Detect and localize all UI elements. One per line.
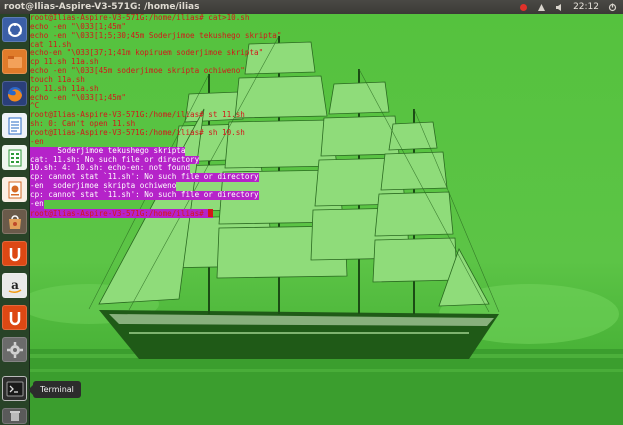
top-panel: root@Ilias-Aspire-V3-571G: /home/ilias 2… xyxy=(0,0,623,14)
session-icon[interactable] xyxy=(608,3,617,12)
clock[interactable]: 22:12 xyxy=(573,0,599,14)
launcher-tooltip: Terminal xyxy=(28,381,81,398)
terminal-line-text: echo -en "\033[45m soderjimoe skripta oc… xyxy=(30,66,245,76)
ubuntu-one-music-icon[interactable] xyxy=(2,305,27,330)
terminal-line-text: cp: cannot stat `11.sh': No such file or… xyxy=(30,189,259,200)
terminal-line-text: root@Ilias-Aspire-V3-571G:/home/ilias# s… xyxy=(30,127,245,137)
dash-home-icon[interactable] xyxy=(2,17,27,42)
terminal-line: echo -en "\033[1;45m" xyxy=(30,92,320,103)
launcher: a xyxy=(0,14,30,425)
terminal-line-text: -en xyxy=(30,136,44,146)
terminal-line: root@Ilias-Aspire-V3-571G:/home/ilias# s… xyxy=(30,127,320,138)
terminal-line-text: root@Ilias-Aspire-V3-571G:/home/ilias# c… xyxy=(30,13,250,22)
terminal-line: cp: cannot stat `11.sh': No such file or… xyxy=(30,189,320,200)
terminal-line-text: echo -en "\033[1;5;30;45m Soderjimoe tek… xyxy=(30,30,282,40)
terminal-line-text: cp 11.sh 11a.sh xyxy=(30,83,99,93)
impress-icon[interactable] xyxy=(2,177,27,202)
terminal-line-text: touch 11a.sh xyxy=(30,74,85,84)
terminal-line-text: root@Ilias-Aspire-V3-571G:/home/ilias# xyxy=(30,208,214,219)
terminal-cursor xyxy=(208,208,214,217)
terminal-line-text: cat 11.sh xyxy=(30,39,72,49)
trash-icon[interactable] xyxy=(2,408,27,424)
software-center-icon[interactable] xyxy=(2,209,27,234)
terminal-line-text: ^C xyxy=(30,101,40,111)
terminal-icon[interactable] xyxy=(2,376,27,401)
terminal-line: echo -en "\033[1;5;30;45m Soderjimoe tek… xyxy=(30,30,320,41)
terminal-line-text: echo-en "\033[37;1;41m kopiruem soderjim… xyxy=(30,48,264,58)
panel-indicators: 22:12 xyxy=(519,0,617,14)
volume-icon[interactable] xyxy=(555,3,564,12)
network-icon[interactable] xyxy=(537,3,546,12)
terminal-line-text: root@Ilias-Aspire-V3-571G:/home/ilias# s… xyxy=(30,110,245,120)
calc-icon[interactable] xyxy=(2,145,27,170)
ubuntu-one-icon[interactable] xyxy=(2,241,27,266)
system-settings-icon[interactable] xyxy=(2,337,27,362)
amazon-icon[interactable]: a xyxy=(2,273,27,298)
terminal-line-text: echo -en "\033[1;45m" xyxy=(30,21,127,31)
terminal-line: root@Ilias-Aspire-V3-571G:/home/ilias# xyxy=(30,208,320,219)
terminal-line-text: -en xyxy=(30,198,44,209)
window-title: root@Ilias-Aspire-V3-571G: /home/ilias xyxy=(4,2,200,12)
terminal-line-text: cp 11.sh 11a.sh xyxy=(30,57,99,67)
terminal-line-text: sh: 0: Can't open 11.sh xyxy=(30,119,136,129)
writer-icon[interactable] xyxy=(2,113,27,138)
terminal-output[interactable]: root@Ilias-Aspire-V3-571G:/home/ilias# c… xyxy=(30,13,320,219)
terminal-line-text: echo -en "\033[1;45m" xyxy=(30,92,127,102)
files-icon[interactable] xyxy=(2,49,27,74)
terminal-line: -en xyxy=(30,198,320,209)
svg-text:a: a xyxy=(11,278,19,292)
firefox-icon[interactable] xyxy=(2,81,27,106)
mail-icon[interactable] xyxy=(519,3,528,12)
